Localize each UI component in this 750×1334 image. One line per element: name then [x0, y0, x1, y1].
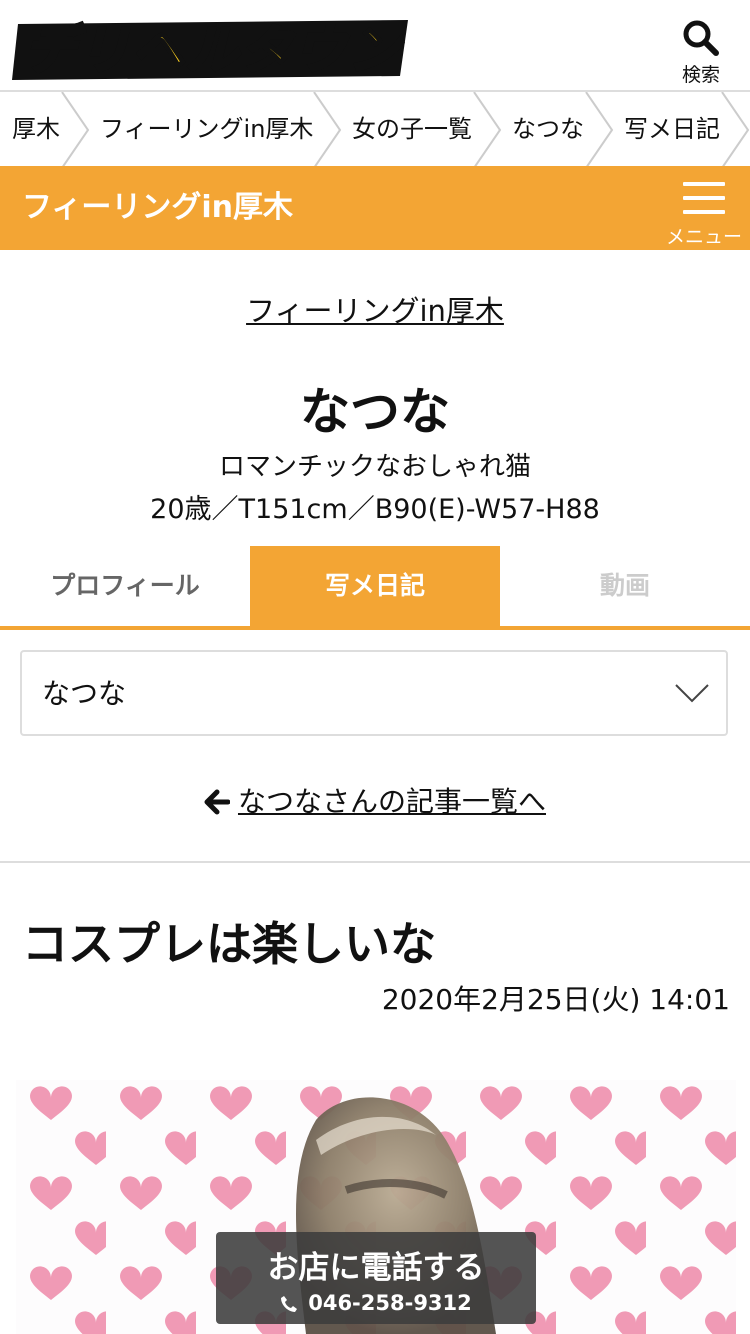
breadcrumb-item-area[interactable]: 厚木 [12, 92, 60, 168]
call-shop-button[interactable]: お店に電話する 046-258-9312 [216, 1232, 536, 1324]
site-header: デリヘルタウン 検索 [0, 0, 750, 90]
back-link-text: なつなさんの記事一覧へ [237, 785, 546, 818]
tab-profile[interactable]: プロフィール [0, 546, 250, 626]
menu-label: メニュー [665, 226, 742, 248]
girl-name: なつな [300, 383, 450, 441]
phone-icon [281, 1296, 298, 1312]
girl-specs: 20歳／T151cm／B90(E)-W57-H88 [150, 494, 600, 525]
chevron-right-icon [473, 92, 502, 168]
chevron-right-icon [313, 92, 342, 168]
breadcrumb: 厚木 フィーリングin厚木 女の子一覧 なつな 写メ日記 [0, 90, 750, 170]
girl-select[interactable]: なつな [20, 650, 728, 736]
shop-bar-title[interactable]: フィーリングin厚木 [22, 166, 293, 250]
search-icon [683, 20, 719, 56]
tab-photo-diary[interactable]: 写メ日記 [250, 546, 500, 626]
catchphrase: ロマンチックなおしゃれ猫 [218, 452, 531, 482]
shop-bar: フィーリングin厚木 メニュー [0, 166, 750, 250]
breadcrumb-item-girls[interactable]: 女の子一覧 [352, 92, 472, 168]
breadcrumb-item-girl[interactable]: なつな [512, 92, 584, 168]
girl-select-value: なつな [42, 677, 127, 710]
chevron-right-icon [721, 92, 750, 168]
shop-link[interactable]: フィーリングin厚木 [0, 288, 750, 330]
search-label: 検索 [681, 64, 720, 86]
breadcrumb-item-shop[interactable]: フィーリングin厚木 [100, 92, 313, 168]
tab-video[interactable]: 動画 [500, 546, 750, 626]
site-logo[interactable]: デリヘルタウン [8, 10, 418, 82]
svg-text:デリヘルタウン: デリヘルタウン [24, 21, 404, 81]
back-to-articles-link[interactable]: なつなさんの記事一覧へ [0, 780, 750, 820]
post-date: 2020年2月25日(火) 14:01 [381, 983, 730, 1016]
call-button-phone: 046-258-9312 [308, 1291, 472, 1315]
chevron-down-icon [675, 684, 709, 703]
arrow-left-icon [204, 789, 231, 815]
breadcrumb-item-diary[interactable]: 写メ日記 [624, 92, 720, 168]
call-button-phone-row: 046-258-9312 [216, 1291, 536, 1315]
search-button[interactable]: 検索 [676, 18, 726, 86]
divider [0, 861, 750, 863]
tab-bar: プロフィール 写メ日記 動画 [0, 546, 750, 630]
chevron-right-icon [585, 92, 614, 168]
call-button-label: お店に電話する [267, 1250, 485, 1286]
menu-button[interactable]: メニュー [664, 178, 744, 248]
chevron-right-icon [61, 92, 90, 168]
hamburger-icon [664, 178, 744, 214]
post-title: コスプレは楽しいな [22, 917, 436, 971]
